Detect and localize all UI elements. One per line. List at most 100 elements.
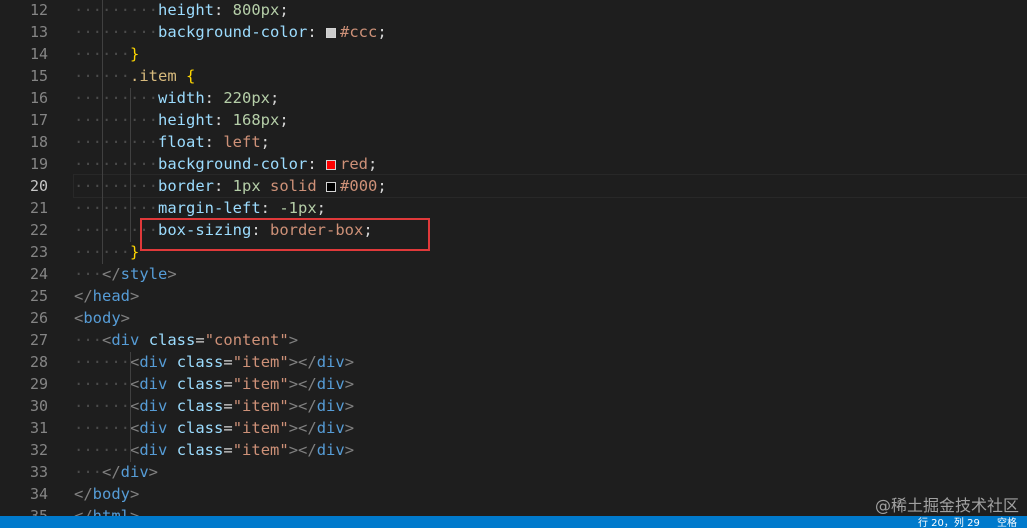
code-token: { (186, 67, 196, 85)
indent-whitespace: ······ (74, 397, 130, 415)
code-token: > (148, 463, 159, 481)
code-token: div (139, 353, 168, 371)
code-token: > (344, 441, 355, 459)
code-token: > (130, 287, 140, 305)
indent-whitespace: ········· (74, 221, 158, 239)
code-line[interactable]: ······} (74, 241, 139, 263)
code-token: </ (102, 265, 121, 283)
code-token: ></ (288, 441, 317, 459)
code-token: -1px (279, 199, 317, 217)
code-line[interactable]: ·········margin-left: -1px; (74, 197, 326, 219)
code-line[interactable]: ······} (74, 43, 139, 65)
code-line[interactable]: ·········border: 1px solid #000; (73, 174, 1027, 198)
code-line[interactable]: ···</div> (74, 461, 158, 483)
code-token: } (130, 243, 140, 261)
code-line[interactable]: ·········height: 800px; (74, 0, 289, 21)
code-token: > (120, 309, 131, 327)
code-token: red (339, 155, 368, 173)
code-token: #000 (340, 177, 378, 195)
code-token: : (214, 177, 233, 195)
code-line[interactable]: ······<div class="item"></div> (74, 373, 354, 395)
code-line[interactable]: ·········float: left; (74, 131, 270, 153)
code-token: < (130, 375, 140, 393)
code-line[interactable]: ·········box-sizing: border-box; (74, 219, 373, 241)
code-line[interactable]: </head> (74, 285, 139, 307)
code-token: background-color (158, 23, 308, 41)
status-bar: 行 20，列 29 空格 (0, 516, 1027, 528)
code-token: float (158, 133, 205, 151)
code-line[interactable]: <body> (74, 307, 130, 329)
code-line[interactable]: ······<div class="item"></div> (74, 351, 354, 373)
indent-whitespace: ········· (74, 1, 158, 19)
code-line[interactable]: ······<div class="item"></div> (74, 439, 354, 461)
cursor-position[interactable]: 行 20，列 29 (918, 518, 980, 528)
code-token: = (223, 397, 233, 415)
watermark: @稀土掘金技术社区 (874, 496, 1019, 515)
code-line[interactable]: ·········height: 168px; (74, 109, 289, 131)
code-token: : (214, 1, 233, 19)
code-line[interactable]: ·········width: 220px; (74, 87, 279, 109)
code-token: ></ (288, 353, 317, 371)
line-number: 34 (29, 485, 48, 503)
code-token: div (111, 331, 140, 349)
code-area[interactable]: ·········height: 800px; ·········backgrou… (73, 0, 1027, 525)
code-token: ; (316, 199, 326, 217)
code-token: > (344, 375, 355, 393)
line-number: 16 (29, 89, 48, 107)
line-number: 19 (29, 155, 48, 173)
code-token: = (223, 441, 233, 459)
code-token: < (130, 397, 140, 415)
code-token: </ (74, 485, 93, 503)
code-token: ; (270, 89, 280, 107)
code-token: </ (74, 287, 93, 305)
code-line[interactable]: ·········background-color: #ccc; (74, 21, 387, 43)
code-token: < (130, 441, 140, 459)
color-swatch-icon[interactable] (325, 160, 336, 170)
line-number: 13 (29, 23, 48, 41)
code-token: "item" (232, 375, 289, 393)
line-number: 23 (29, 243, 48, 261)
code-token: ; (363, 221, 373, 239)
line-number: 30 (29, 397, 48, 415)
status-bar-right: 行 20，列 29 空格 (904, 518, 1017, 528)
code-line[interactable]: ······<div class="item"></div> (74, 417, 354, 439)
indent-whitespace: ··· (74, 265, 102, 283)
code-token: 800px (232, 1, 280, 19)
code-line[interactable]: ·········background-color: red; (74, 153, 377, 175)
code-line[interactable]: ······<div class="item"></div> (74, 395, 354, 417)
code-token: < (130, 353, 140, 371)
color-swatch-icon[interactable] (325, 28, 336, 38)
code-token: div (316, 419, 345, 437)
line-number: 28 (29, 353, 48, 371)
line-number: 29 (29, 375, 48, 393)
code-token: > (167, 265, 177, 283)
code-line[interactable]: ······.item { (74, 65, 195, 87)
code-token: > (344, 353, 355, 371)
indent-whitespace: ········· (74, 199, 158, 217)
code-token: = (223, 353, 233, 371)
code-token: solid (270, 177, 317, 195)
line-number: 26 (29, 309, 48, 327)
code-line[interactable]: ···</style> (74, 263, 177, 285)
code-line[interactable]: ···<div class="content"> (74, 329, 298, 351)
code-token: = (223, 419, 233, 437)
indent-whitespace: ······ (74, 441, 130, 459)
code-token: height (158, 1, 214, 19)
code-token: "item" (232, 397, 289, 415)
code-editor[interactable]: 12 13 14 15 16 17 18 19 20 21 22 23 24 25 26 27 28 29 30 31… (0, 0, 1027, 528)
indentation-mode[interactable]: 空格 (997, 518, 1017, 528)
code-token: div (316, 441, 345, 459)
code-token: margin-left (158, 199, 261, 217)
code-token: : (214, 111, 233, 129)
code-token: ; (279, 1, 289, 19)
color-swatch-icon[interactable] (326, 182, 337, 192)
code-line[interactable]: </body> (74, 483, 139, 505)
code-token: ></ (288, 397, 317, 415)
line-number: 20 (29, 177, 48, 195)
line-number: 21 (29, 199, 48, 217)
